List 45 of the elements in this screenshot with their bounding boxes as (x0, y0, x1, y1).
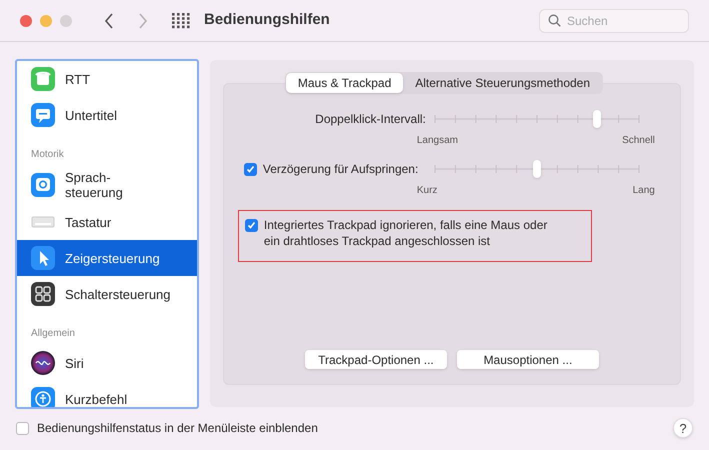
sidebar-item[interactable]: Kurzbefehl (17, 381, 197, 407)
sidebar-item[interactable]: Tastatur (17, 204, 197, 240)
checkbox[interactable] (244, 162, 257, 176)
slider-thumb[interactable] (592, 110, 601, 128)
zoom-button[interactable] (60, 14, 72, 26)
search-icon (548, 14, 561, 27)
sidebar-item[interactable]: RTT (17, 61, 197, 97)
checkbox[interactable] (16, 422, 29, 434)
sidebar-item[interactable]: Zeigersteuerung (17, 240, 197, 276)
slider-label: Doppelklick-Intervall: (315, 111, 426, 128)
section-header: Allgemein (31, 327, 75, 341)
speech-bubble-icon (31, 173, 55, 197)
section-header: Motorik (31, 148, 64, 162)
slider-min-label: Langsam (416, 134, 458, 148)
siri-icon (31, 351, 55, 375)
slider[interactable] (434, 163, 640, 175)
checkbox-label: Integriertes Trackpad ignorieren, falls eine Maus oder ein drahtloses Trackpad angeschlossen ist (264, 217, 548, 249)
pointer-icon (31, 246, 55, 270)
search-field[interactable]: Suchen (539, 8, 689, 32)
option-button[interactable]: Mausoptionen ... (456, 350, 599, 369)
help-button[interactable]: ? (673, 418, 693, 438)
slider-max-label: Schnell (622, 134, 655, 148)
close-button[interactable] (20, 14, 32, 26)
back-button[interactable] (104, 12, 114, 28)
sidebar-item[interactable]: Untertitel (17, 97, 197, 133)
sidebar-item[interactable]: Siri (17, 345, 197, 381)
tab[interactable]: Alternative Steuerungsmethoden (403, 73, 602, 93)
forward-button[interactable] (138, 12, 148, 28)
slider-label: Verzögerung für Aufspringen: (262, 161, 418, 178)
tab[interactable]: Maus & Trackpad (286, 73, 404, 93)
sidebar-item[interactable]: Schaltersteuerung (17, 276, 197, 312)
checkbox[interactable] (244, 219, 258, 232)
sidebar-item[interactable]: Sprach- steuerung (17, 166, 197, 204)
grid-icon (31, 282, 55, 306)
slider-max-label: Lang (632, 184, 655, 198)
grid-icon[interactable] (172, 12, 190, 28)
slider-min-label: Kurz (416, 184, 438, 198)
search-input[interactable]: Suchen (567, 12, 680, 30)
slider[interactable] (434, 113, 640, 125)
slider-thumb[interactable] (532, 160, 541, 178)
window-title: Bedienungshilfen (204, 10, 330, 30)
option-button[interactable]: Trackpad-Optionen ... (304, 350, 447, 369)
speech-bubble-icon (31, 103, 55, 127)
minimize-button[interactable] (40, 14, 52, 26)
checkbox-label: Bedienungshilfenstatus in der Menüleiste einblenden (37, 420, 318, 437)
